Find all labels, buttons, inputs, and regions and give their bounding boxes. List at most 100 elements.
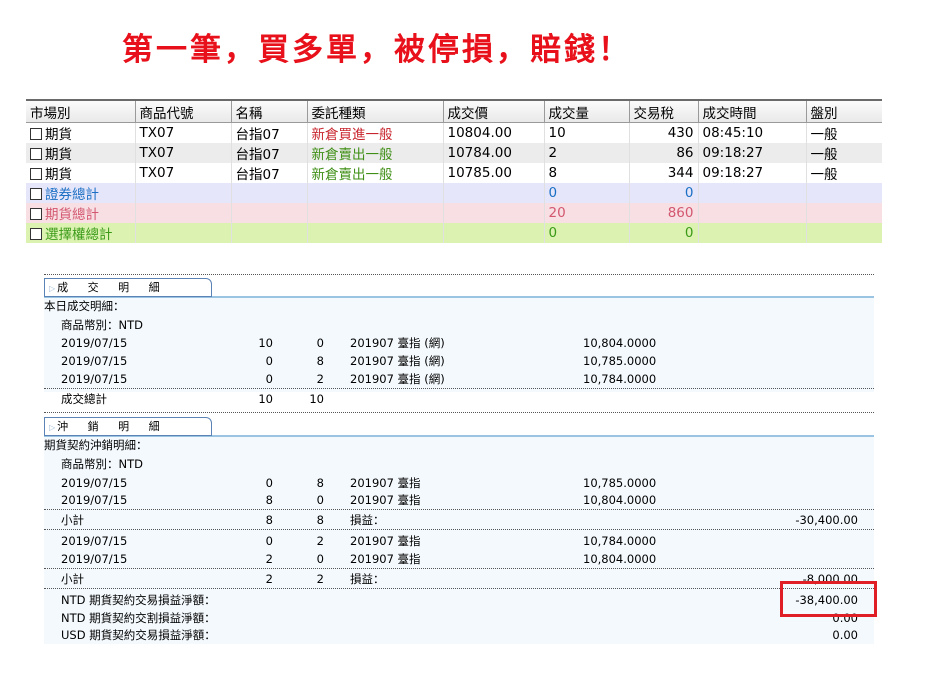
section-title: 本日成交明細： xyxy=(44,299,125,313)
divider xyxy=(44,388,874,389)
time-cell: 08:45:10 xyxy=(697,122,806,143)
date-cell: 2019/07/15 xyxy=(61,372,128,386)
col-time-header[interactable]: 成交時間 xyxy=(697,99,806,123)
buy-qty: 10 xyxy=(258,336,273,350)
total-qty: 0 xyxy=(543,223,629,243)
statement-report: ▷ 成 交 明 細 本日成交明細： 商品幣別：NTD 2019/07/15 10 … xyxy=(44,272,874,644)
type-cell: 新倉賣出一般 xyxy=(306,143,443,163)
total-qty: 20 xyxy=(543,203,629,223)
product-cell: 201907 臺指 (網) xyxy=(350,372,445,386)
divider xyxy=(44,529,874,530)
sell-qty: 10 xyxy=(309,392,324,406)
grid-row[interactable]: 期貨 TX07 台指07 新倉賣出一般 10785.00 8 344 09:18… xyxy=(26,163,882,183)
date-cell: 2019/07/15 xyxy=(61,493,128,507)
sell-qty: 2 xyxy=(316,534,324,548)
sell-qty: 0 xyxy=(316,552,324,566)
total-tax: 860 xyxy=(628,203,698,223)
subtotal-label: 小計 xyxy=(61,513,84,527)
net-value: 0.00 xyxy=(832,628,858,642)
col-qty-header[interactable]: 成交量 xyxy=(543,99,629,123)
product-cell: 201907 臺指 (網) xyxy=(350,336,445,350)
grid-header-row: 市場別 商品代號 名稱 委託種類 成交價 成交量 交易稅 成交時間 盤別 xyxy=(26,99,882,123)
price-cell: 10,804.0000 xyxy=(583,552,657,566)
divider xyxy=(44,412,874,413)
options-total-row[interactable]: 選擇權總計 0 0 xyxy=(26,223,882,243)
grid-row[interactable]: 期貨 TX07 台指07 新倉賣出一般 10784.00 2 86 09:18:… xyxy=(26,143,882,163)
buy-qty: 2 xyxy=(265,572,273,586)
col-session-header[interactable]: 盤別 xyxy=(805,99,882,123)
divider xyxy=(44,509,874,510)
tab-trade-detail[interactable]: ▷ 成 交 明 細 xyxy=(44,278,212,297)
net-label: USD 期貨契約交易損益淨額： xyxy=(61,628,216,642)
market-cell: 期貨 xyxy=(45,167,72,183)
divider xyxy=(44,274,874,275)
trade-grid: 市場別 商品代號 名稱 委託種類 成交價 成交量 交易稅 成交時間 盤別 期貨 … xyxy=(26,99,882,243)
row-checkbox[interactable] xyxy=(30,208,42,220)
total-qty: 0 xyxy=(543,183,629,203)
col-type-header[interactable]: 委託種類 xyxy=(306,99,443,123)
buy-qty: 0 xyxy=(265,372,273,386)
section-title: 期貨契約沖銷明細： xyxy=(44,438,148,452)
price-cell: 10,804.0000 xyxy=(583,336,657,350)
date-cell: 2019/07/15 xyxy=(61,336,128,350)
pl-label: 損益： xyxy=(350,572,385,586)
subtotal-label: 小計 xyxy=(61,572,84,586)
currency-line: 商品幣別：NTD xyxy=(61,318,143,332)
tab-label: 沖 銷 明 細 xyxy=(57,420,168,433)
col-code-header[interactable]: 商品代號 xyxy=(134,99,231,123)
sell-qty: 2 xyxy=(316,572,324,586)
date-cell: 2019/07/15 xyxy=(61,354,128,368)
total-label: 期貨總計 xyxy=(45,207,99,223)
qty-cell: 8 xyxy=(543,163,629,183)
sell-qty: 8 xyxy=(316,354,324,368)
name-cell: 台指07 xyxy=(230,163,307,183)
tab-offset-detail[interactable]: ▷ 沖 銷 明 細 xyxy=(44,417,212,436)
price-cell: 10,785.0000 xyxy=(583,476,657,490)
col-tax-header[interactable]: 交易稅 xyxy=(628,99,698,123)
grid-row[interactable]: 期貨 TX07 台指07 新倉買進一般 10804.00 10 430 08:4… xyxy=(26,122,882,143)
divider xyxy=(44,568,874,569)
price-cell: 10804.00 xyxy=(442,122,544,143)
code-cell: TX07 xyxy=(134,122,231,143)
price-cell: 10,784.0000 xyxy=(583,534,657,548)
row-checkbox[interactable] xyxy=(30,228,42,240)
code-cell: TX07 xyxy=(134,163,231,183)
name-cell: 台指07 xyxy=(230,143,307,163)
total-tax: 0 xyxy=(628,223,698,243)
product-cell: 201907 臺指 xyxy=(350,534,421,548)
buy-qty: 10 xyxy=(258,392,273,406)
product-cell: 201907 臺指 xyxy=(350,493,421,507)
price-cell: 10784.00 xyxy=(442,143,544,163)
row-checkbox[interactable] xyxy=(30,188,42,200)
session-cell: 一般 xyxy=(805,122,882,143)
col-price-header[interactable]: 成交價 xyxy=(442,99,544,123)
time-cell: 09:18:27 xyxy=(697,163,806,183)
row-checkbox[interactable] xyxy=(30,128,42,140)
col-name-header[interactable]: 名稱 xyxy=(230,99,307,123)
type-cell: 新倉賣出一般 xyxy=(306,163,443,183)
sell-qty: 0 xyxy=(316,493,324,507)
divider xyxy=(44,588,874,589)
futures-total-row[interactable]: 期貨總計 20 860 xyxy=(26,203,882,223)
row-checkbox[interactable] xyxy=(30,148,42,160)
qty-cell: 10 xyxy=(543,122,629,143)
sell-qty: 8 xyxy=(316,476,324,490)
price-cell: 10,784.0000 xyxy=(583,372,657,386)
sell-qty: 2 xyxy=(316,372,324,386)
buy-qty: 8 xyxy=(265,493,273,507)
buy-qty: 0 xyxy=(265,534,273,548)
tax-cell: 86 xyxy=(628,143,698,163)
row-checkbox[interactable] xyxy=(30,168,42,180)
buy-qty: 8 xyxy=(265,513,273,527)
sell-qty: 0 xyxy=(316,336,324,350)
highlight-box xyxy=(780,581,877,617)
net-label: NTD 期貨契約交割損益淨額： xyxy=(61,611,216,625)
net-label: NTD 期貨契約交易損益淨額： xyxy=(61,593,216,607)
date-cell: 2019/07/15 xyxy=(61,552,128,566)
price-cell: 10,785.0000 xyxy=(583,354,657,368)
section-body xyxy=(44,298,874,392)
code-cell: TX07 xyxy=(134,143,231,163)
total-tax: 0 xyxy=(628,183,698,203)
securities-total-row[interactable]: 證券總計 0 0 xyxy=(26,183,882,203)
col-market-header[interactable]: 市場別 xyxy=(26,99,135,123)
